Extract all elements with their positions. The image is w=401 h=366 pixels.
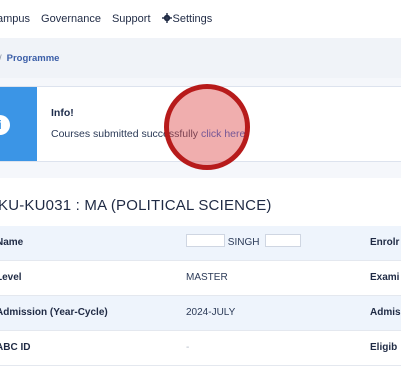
- gear-icon: [161, 13, 172, 23]
- nav-support[interactable]: Support: [112, 13, 151, 25]
- nav-settings[interactable]: Settings: [161, 13, 213, 25]
- row-label: ABC ID: [0, 342, 31, 353]
- alert-message: Courses submitted successfully click her…: [51, 128, 245, 140]
- table-row: Admission (Year-Cycle) 2024-JULY Admis: [0, 296, 401, 331]
- row-value: MASTER: [186, 272, 228, 283]
- breadcrumb-separator: /: [0, 53, 2, 64]
- student-details-table: Name SINGH Enrolr Level MASTER Exami Adm…: [0, 226, 401, 366]
- name-masked-box: [265, 234, 302, 247]
- row-right-label: Enrolr: [370, 237, 400, 248]
- breadcrumb-programme[interactable]: Programme: [7, 53, 60, 64]
- programme-title: ΚU-KU031 : MA (POLITICAL SCIENCE): [0, 197, 272, 214]
- row-right-label: Exami: [370, 272, 400, 283]
- row-label: Level: [0, 272, 22, 283]
- alert-stripe: i: [0, 87, 37, 161]
- table-row: ABC ID - Eligib: [0, 331, 401, 366]
- row-value: -: [186, 342, 190, 353]
- click-here-link[interactable]: click here: [201, 128, 245, 140]
- alert-title: Info!: [51, 107, 74, 119]
- info-icon: i: [0, 115, 10, 135]
- nav-settings-label: Settings: [172, 13, 213, 25]
- alert-message-text: Courses submitted successfully: [51, 128, 199, 140]
- row-value: 2024-JULY: [186, 307, 236, 318]
- alert-region: i Info! Courses submitted successfully c…: [0, 78, 401, 178]
- row-right-label: Eligib: [370, 342, 398, 353]
- breadcrumb: / Programme: [0, 38, 401, 78]
- info-alert: i Info! Courses submitted successfully c…: [0, 86, 401, 162]
- row-label: Name: [0, 237, 24, 248]
- nav-campus[interactable]: ampus: [0, 13, 30, 25]
- row-right-label: Admis: [370, 307, 401, 318]
- table-row: Level MASTER Exami: [0, 261, 401, 296]
- name-masked-box: [186, 234, 225, 247]
- top-nav: ampus Governance Support Settings: [0, 0, 401, 38]
- surname-text: SINGH: [227, 237, 260, 248]
- table-row: Name SINGH Enrolr: [0, 226, 401, 261]
- row-label: Admission (Year-Cycle): [0, 307, 108, 318]
- nav-governance[interactable]: Governance: [41, 13, 101, 25]
- name-value: SINGH: [186, 226, 302, 260]
